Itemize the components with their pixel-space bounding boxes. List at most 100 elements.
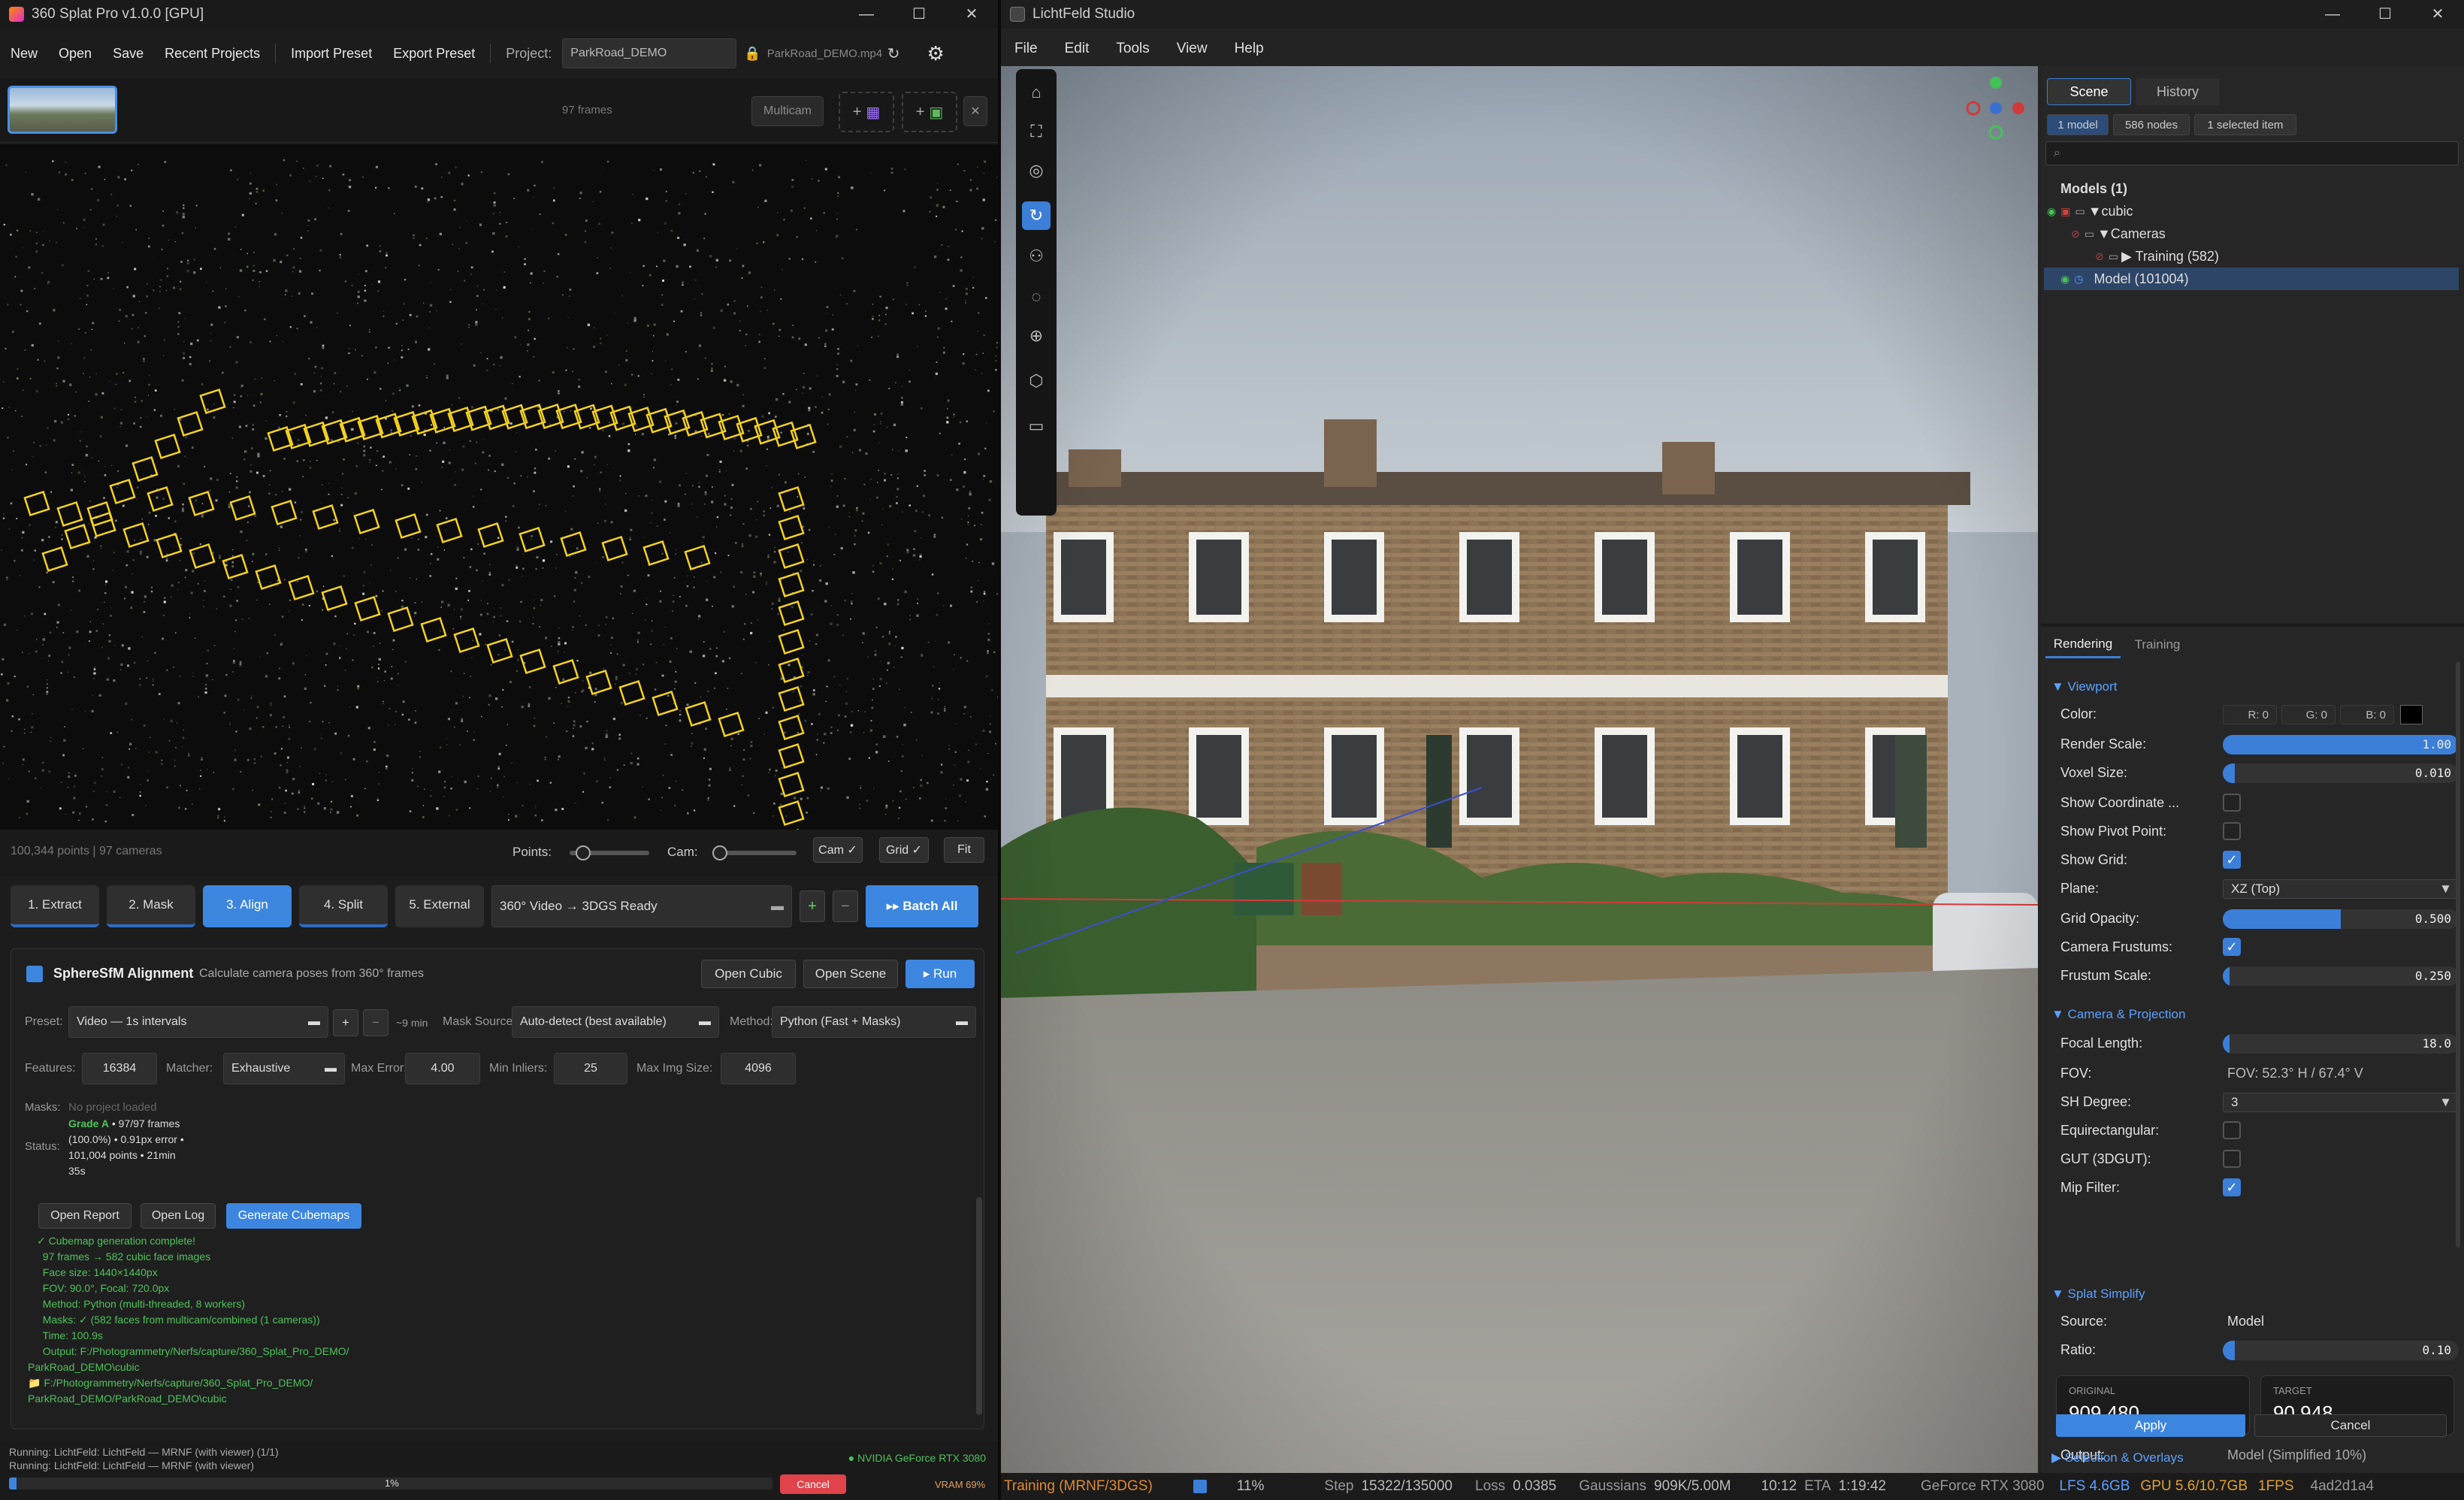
remove-preset-button[interactable]: − — [363, 1009, 388, 1036]
show-pivot-checkbox[interactable] — [2223, 822, 2241, 840]
scene-search-input[interactable]: ⌕ — [2045, 141, 2459, 165]
preset-select[interactable]: Video — 1s intervals ▬ — [68, 1006, 328, 1038]
menu-file[interactable]: File — [1001, 41, 1051, 57]
log-scrollbar[interactable] — [976, 1197, 982, 1415]
batch-all-button[interactable]: ▸▸ Batch All — [866, 885, 978, 927]
generate-cubemaps-button[interactable]: Generate Cubemaps — [226, 1203, 361, 1229]
nodes-icon[interactable]: ⚇ — [1022, 242, 1051, 271]
camera-icon[interactable]: ▭ — [1022, 412, 1051, 440]
color-swatch[interactable] — [2400, 705, 2423, 724]
log-line[interactable]: 📁 F:/Photogrammetry/Nerfs/capture/360_Sp… — [28, 1375, 313, 1391]
step-external-tab[interactable]: 5. External — [395, 885, 484, 927]
maximize-icon[interactable]: ☐ — [893, 0, 945, 29]
menu-view[interactable]: View — [1163, 41, 1221, 57]
tab-history[interactable]: History — [2136, 78, 2220, 105]
close-icon[interactable]: ✕ — [945, 0, 998, 29]
add-pipeline-button[interactable]: + — [800, 891, 825, 922]
max-error-input[interactable]: 4.00 — [405, 1053, 480, 1084]
gizmo-y-icon[interactable] — [1990, 77, 2002, 89]
menu-open[interactable]: Open — [48, 46, 102, 62]
lock-icon[interactable]: 🔒 — [744, 46, 760, 62]
splat-viewport[interactable]: ⌂ ⛶ ◎ ↻ ⚇ ◌ ⊕ ⬡ ▭ — [1001, 66, 2038, 1473]
focal-length-slider[interactable]: 18.0 — [2223, 1034, 2459, 1054]
ratio-slider[interactable]: 0.10 — [2223, 1341, 2459, 1360]
menu-edit[interactable]: Edit — [1051, 41, 1103, 57]
close-icon[interactable]: ✕ — [2411, 0, 2464, 29]
tab-scene[interactable]: Scene — [2047, 78, 2131, 105]
open-log-button[interactable]: Open Log — [141, 1203, 216, 1229]
video-thumbnail[interactable] — [8, 86, 117, 134]
menu-save[interactable]: Save — [102, 46, 154, 62]
home-icon[interactable]: ⌂ — [1022, 78, 1051, 107]
show-grid-checkbox[interactable]: ✓ — [2223, 851, 2241, 869]
viewport-section[interactable]: ▼ Viewport — [2051, 679, 2117, 694]
spheresfm-enable-checkbox[interactable] — [26, 966, 43, 982]
panel-splitter[interactable] — [2041, 624, 2464, 627]
run-button[interactable]: ▸ Run — [905, 960, 975, 988]
sh-degree-select[interactable]: 3 ▼ — [2223, 1093, 2459, 1112]
point-cloud-viewer[interactable] — [0, 144, 998, 830]
features-input[interactable]: 16384 — [82, 1053, 157, 1084]
gizmo-x-icon[interactable] — [2012, 102, 2024, 114]
equirectangular-checkbox[interactable] — [2223, 1121, 2241, 1139]
show-coordinate-checkbox[interactable] — [2223, 794, 2241, 812]
tab-rendering[interactable]: Rendering — [2045, 631, 2121, 658]
rotate-icon[interactable]: ↻ — [1022, 201, 1051, 230]
fit-button[interactable]: Fit — [944, 837, 984, 863]
cancel-job-button[interactable]: Cancel — [780, 1474, 846, 1494]
mask-source-select[interactable]: Auto-detect (best available) ▬ — [512, 1006, 719, 1038]
camera-size-knob[interactable] — [712, 845, 727, 860]
menu-new[interactable]: New — [0, 46, 48, 62]
color-r-input[interactable]: R: 0 — [2223, 705, 2277, 724]
delete-icon[interactable]: ▣ — [2060, 205, 2070, 218]
orbit-icon[interactable]: ◎ — [1022, 156, 1051, 185]
grid-opacity-slider[interactable]: 0.500 — [2223, 909, 2459, 929]
minimize-icon[interactable]: — — [2306, 0, 2359, 29]
point-cloud-canvas[interactable] — [0, 144, 998, 830]
camera-size-slider[interactable] — [712, 845, 797, 860]
menu-help[interactable]: Help — [1221, 41, 1277, 57]
tree-item-training[interactable]: ⊘ ▭ ▶ Training (582) — [2095, 245, 2219, 268]
camera-frustums-checkbox[interactable]: ✓ — [2223, 938, 2241, 956]
open-report-button[interactable]: Open Report — [38, 1203, 132, 1229]
cube-icon[interactable]: ⬡ — [1022, 367, 1051, 395]
grid-toggle-button[interactable]: Grid ✓ — [879, 837, 929, 863]
menu-import-preset[interactable]: Import Preset — [280, 46, 382, 62]
remove-media-button[interactable]: ✕ — [963, 96, 987, 126]
project-name-field[interactable]: ParkRoad_DEMO — [562, 38, 737, 68]
matcher-select[interactable]: Exhaustive ▬ — [223, 1053, 345, 1084]
multicam-button[interactable]: Multicam — [751, 96, 824, 126]
method-select[interactable]: Python (Fast + Masks) ▬ — [772, 1006, 976, 1038]
hidden-eye-icon[interactable]: ⊘ — [2071, 228, 2080, 240]
min-inliers-input[interactable]: 25 — [554, 1053, 627, 1084]
minimize-icon[interactable]: — — [840, 0, 893, 29]
tab-training[interactable]: Training — [2124, 631, 2191, 658]
step-mask-tab[interactable]: 2. Mask — [107, 885, 195, 927]
add-image-button[interactable]: + ▣ — [902, 92, 957, 132]
refresh-icon[interactable]: ↻ — [887, 44, 900, 63]
add-preset-button[interactable]: + — [333, 1009, 358, 1036]
settings-gear-icon[interactable]: ⚙ — [927, 42, 944, 65]
tree-item-cameras[interactable]: ⊘ ▭ ▼Cameras — [2071, 222, 2166, 245]
camera-projection-section[interactable]: ▼ Camera & Projection — [2051, 1007, 2185, 1022]
tree-item-model[interactable]: ◉ ◷ Model (101004) — [2044, 268, 2459, 290]
crosshair-icon[interactable]: ⊕ — [1022, 322, 1051, 350]
color-g-input[interactable]: G: 0 — [2281, 705, 2336, 724]
open-cubic-button[interactable]: Open Cubic — [701, 960, 796, 988]
menu-recent-projects[interactable]: Recent Projects — [154, 46, 271, 62]
points-size-slider[interactable] — [570, 845, 649, 860]
pipeline-select[interactable]: 360° Video → 3DGS Ready ▬ — [491, 885, 792, 927]
cam-toggle-button[interactable]: Cam ✓ — [813, 837, 863, 863]
hidden-eye-icon[interactable]: ⊘ — [2095, 250, 2104, 263]
remove-pipeline-button[interactable]: − — [833, 891, 858, 922]
cancel-simplify-button[interactable]: Cancel — [2254, 1414, 2447, 1437]
step-align-tab[interactable]: 3. Align — [203, 885, 292, 927]
properties-scrollbar[interactable] — [2456, 661, 2460, 1247]
open-scene-button[interactable]: Open Scene — [803, 960, 898, 988]
menu-tools[interactable]: Tools — [1102, 41, 1162, 57]
gut-checkbox[interactable] — [2223, 1150, 2241, 1168]
visibility-eye-icon[interactable]: ◉ — [2047, 205, 2056, 218]
step-extract-tab[interactable]: 1. Extract — [11, 885, 99, 927]
menu-export-preset[interactable]: Export Preset — [382, 46, 485, 62]
add-video-button[interactable]: + ▦ — [839, 92, 894, 132]
